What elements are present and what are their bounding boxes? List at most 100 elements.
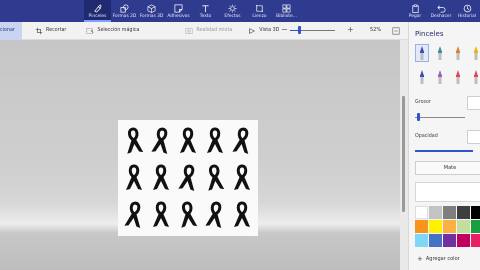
color-swatch[interactable] [443, 234, 456, 247]
panel-title: Pinceles [415, 30, 444, 38]
secondary-toolbar: cionar Recortar Selección mágica Realida… [0, 21, 408, 40]
color-swatch[interactable] [471, 220, 480, 233]
undo-icon [436, 5, 445, 12]
brush-option[interactable] [451, 44, 465, 62]
oil-brush-icon [456, 46, 460, 60]
color-swatch[interactable] [443, 206, 456, 219]
color-swatch[interactable] [457, 234, 470, 247]
awareness-ribbon-icon [181, 201, 198, 229]
brush-icon [94, 3, 102, 13]
magic-select-button[interactable]: Selección mágica [81, 22, 144, 40]
ribbon-illustration [147, 122, 174, 159]
color-swatch[interactable] [415, 220, 428, 233]
zoom-in-button[interactable]: + [347, 25, 354, 34]
thickness-label: Grosor [415, 100, 431, 105]
finish-select-mate[interactable]: Mate [415, 161, 480, 175]
pencil-icon [438, 70, 442, 84]
vertical-scrollbar-thumb[interactable] [402, 96, 405, 212]
crop-label: Recortar [46, 28, 67, 33]
ribbon-illustration [229, 197, 256, 234]
zoom-slider-thumb[interactable] [298, 26, 301, 34]
thickness-slider-track[interactable] [415, 117, 465, 118]
mixed-reality-button[interactable]: Realidad mixta [180, 22, 237, 40]
view-3d-label: Vista 3D [259, 28, 280, 33]
brush-option[interactable] [433, 44, 447, 62]
awareness-ribbon-icon [152, 201, 169, 228]
select-button[interactable]: cionar [0, 21, 22, 40]
tool-label: Pegar [408, 13, 422, 19]
color-swatch[interactable] [415, 206, 428, 219]
tool-adhesivos[interactable]: Adhesivos [165, 0, 192, 22]
effects-icon [228, 3, 237, 13]
tool-formas-2d[interactable]: Formas 2D [111, 0, 138, 22]
opacity-input[interactable] [467, 130, 480, 144]
add-color-button[interactable]: + Agregar color [417, 255, 460, 263]
more-options-icon[interactable] [392, 27, 400, 35]
awareness-ribbon-icon [234, 164, 251, 190]
opacity-label: Opacidad [415, 134, 438, 139]
tool-historial[interactable]: Historial [454, 0, 480, 22]
color-swatch[interactable] [443, 220, 456, 233]
opacity-slider-fill[interactable] [415, 150, 473, 152]
color-swatch[interactable] [471, 206, 480, 219]
tool-label: Deshacer [430, 13, 452, 19]
awareness-ribbons-image [120, 122, 256, 234]
tool-pegar[interactable]: Pegar [402, 0, 428, 22]
awareness-ribbon-icon [178, 164, 195, 191]
add-color-label: Agregar color [425, 256, 460, 262]
eraser-icon [456, 70, 460, 84]
tool-label: Adhesivos [167, 13, 190, 19]
brush-option[interactable] [469, 44, 480, 62]
tool-pinceles[interactable]: Pinceles [84, 0, 111, 22]
zoom-out-button[interactable]: − [281, 25, 288, 34]
brush-option[interactable] [451, 68, 465, 86]
plus-icon: + [417, 255, 423, 263]
awareness-ribbon-icon [125, 164, 142, 190]
color-swatch[interactable] [457, 206, 470, 219]
current-color-preview[interactable] [415, 182, 480, 202]
brush-option[interactable] [433, 68, 447, 86]
tool-texto[interactable]: Texto [192, 0, 219, 22]
thickness-input[interactable] [467, 96, 480, 110]
awareness-ribbon-icon [152, 164, 169, 190]
ribbon-tools: Pinceles Formas 2D Formas 3D Adhesivos T… [84, 0, 300, 22]
select-label: cionar [0, 28, 15, 33]
awareness-ribbon-icon [208, 164, 225, 191]
ribbon-illustration [147, 197, 174, 234]
canvas-workspace[interactable] [0, 40, 400, 270]
brush-option[interactable] [469, 68, 480, 86]
ribbon-illustration [120, 197, 147, 234]
crop-button[interactable]: Recortar [30, 22, 71, 40]
color-swatch[interactable] [415, 234, 428, 247]
zoom-value: 52% [370, 27, 382, 33]
view-3d-button[interactable]: Vista 3D [243, 22, 284, 40]
view-3d-icon [249, 27, 256, 34]
tool-biblioteca[interactable]: Bibliote... [273, 0, 300, 22]
awareness-ribbon-icon [234, 201, 251, 228]
thickness-slider-thumb[interactable] [417, 113, 420, 121]
brush-grid [415, 44, 480, 86]
color-swatch[interactable] [429, 206, 442, 219]
tool-formas-3d[interactable]: Formas 3D [138, 0, 165, 22]
canvas-icon [255, 4, 264, 12]
color-swatch[interactable] [457, 220, 470, 233]
color-swatch[interactable] [429, 220, 442, 233]
ribbon-illustration [202, 122, 229, 159]
top-ribbon: Pinceles Formas 2D Formas 3D Adhesivos T… [0, 0, 480, 22]
canvas-document[interactable] [118, 120, 258, 236]
ribbon-illustration [120, 122, 147, 159]
awareness-ribbon-icon [124, 201, 140, 229]
ribbon-illustration [174, 122, 201, 159]
color-swatch[interactable] [429, 234, 442, 247]
tool-label: Formas 2D [112, 13, 137, 19]
library-icon [282, 4, 291, 12]
tool-deshacer[interactable]: Deshacer [428, 0, 454, 22]
color-swatch[interactable] [471, 234, 480, 247]
brush-option[interactable] [415, 68, 429, 86]
ribbon-illustration [174, 197, 201, 234]
brush-option[interactable] [415, 44, 429, 62]
tool-efectos[interactable]: Efectos [219, 0, 246, 22]
tool-lienzo[interactable]: Lienzo [246, 0, 273, 22]
tool-label: Bibliote... [276, 13, 297, 19]
calligraphy-pen-icon [438, 46, 442, 60]
